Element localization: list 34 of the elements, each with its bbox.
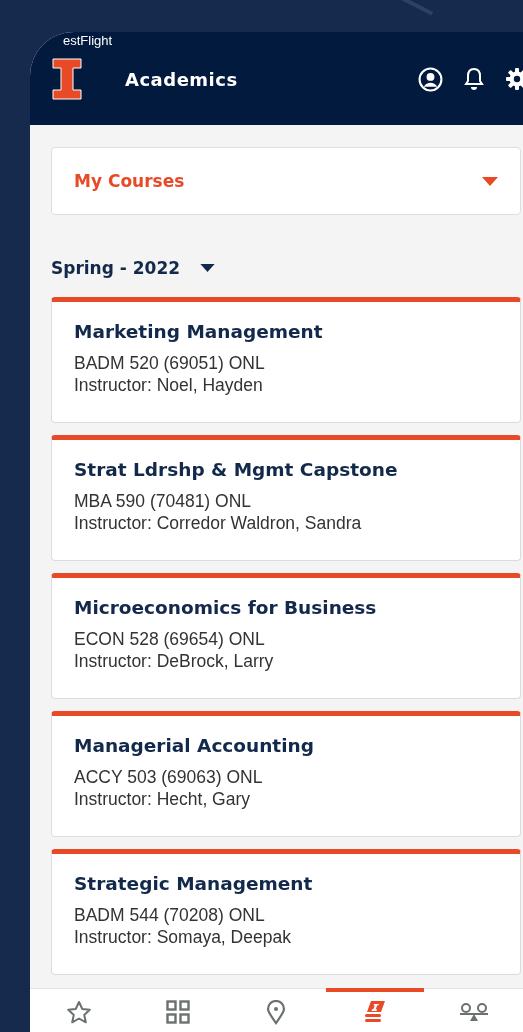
- course-instructor: Instructor: Somaya, Deepak: [74, 926, 292, 948]
- account-icon[interactable]: [418, 66, 443, 92]
- course-card[interactable]: Strategic Management BADM 544 (70208) ONL Instructor: Somaya, Deepak: [51, 849, 521, 975]
- course-card[interactable]: Strat Ldrshp & Mgmt Capstone MBA 590 (70481) ONL Instructor: Corredor Waldron, Sandra: [51, 435, 521, 561]
- course-instructor: Instructor: Hecht, Gary: [74, 788, 252, 810]
- course-code: BADM 520 (69051) ONL: [74, 352, 266, 374]
- course-code: MBA 590 (70481) ONL: [74, 490, 253, 512]
- caret-icon: [200, 264, 216, 272]
- course-code: ACCY 503 (69063) ONL: [74, 766, 264, 788]
- course-code: ECON 528 (69654) ONL: [74, 628, 266, 650]
- course-instructor: Instructor: Corredor Waldron, Sandra: [74, 512, 363, 534]
- course-card[interactable]: Managerial Accounting ACCY 503 (69063) ONL Instructor: Hecht, Gary: [51, 711, 521, 837]
- my-courses-dropdown[interactable]: My Courses: [51, 147, 521, 215]
- caret-icon: [482, 176, 498, 186]
- course-title: Managerial Accounting: [74, 735, 315, 756]
- course-instructor: Instructor: Noel, Hayden: [74, 374, 264, 396]
- course-title: Strategic Management: [74, 873, 314, 894]
- grid-icon: [165, 1000, 190, 1024]
- status-back-label[interactable]: estFlight: [30, 32, 523, 48]
- star-icon: [66, 999, 93, 1025]
- course-title: Marketing Management: [74, 321, 324, 342]
- course-instructor: Instructor: DeBrock, Larry: [74, 650, 275, 672]
- course-code: BADM 544 (70208) ONL: [74, 904, 266, 926]
- course-card[interactable]: Microeconomics for Business ECON 528 (69654) ONL Instructor: DeBrock, Larry: [51, 573, 521, 699]
- course-title: Microeconomics for Business: [74, 597, 378, 618]
- books-icon: [363, 1000, 388, 1024]
- balance-icon: [459, 1002, 488, 1022]
- location-pin-icon: [266, 999, 287, 1025]
- page-title: Academics: [125, 68, 238, 90]
- notification-bell-icon[interactable]: [463, 67, 485, 91]
- block-i-logo: [52, 57, 82, 101]
- course-card[interactable]: Marketing Management BADM 520 (69051) ONL Instructor: Noel, Hayden: [51, 297, 521, 423]
- term-selector[interactable]: Spring - 2022: [51, 258, 216, 278]
- course-title: Strat Ldrshp & Mgmt Capstone: [74, 459, 399, 480]
